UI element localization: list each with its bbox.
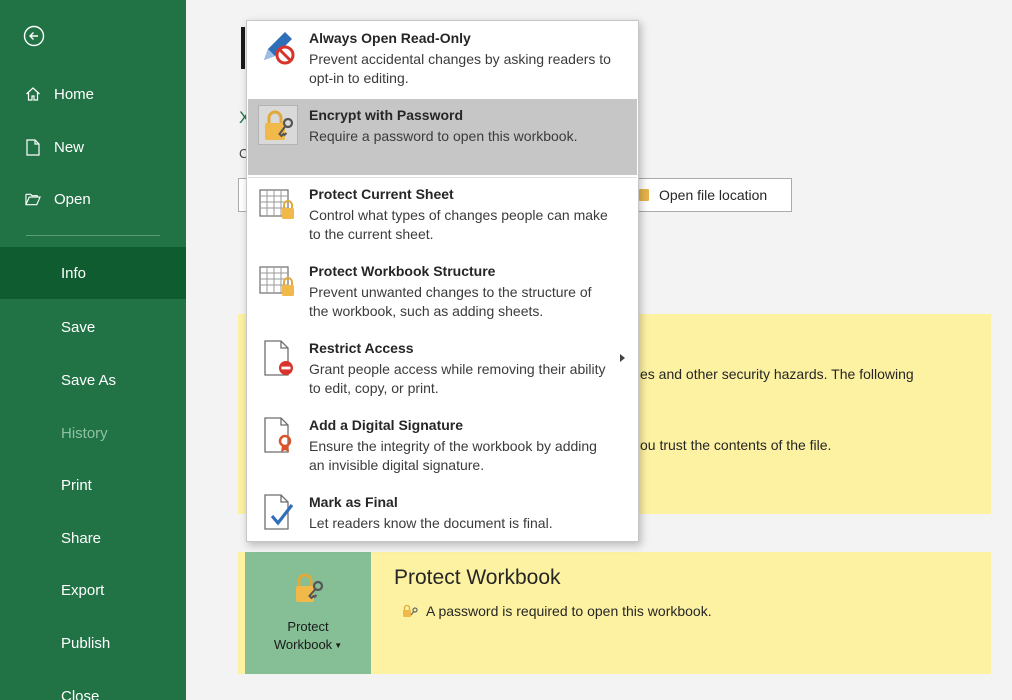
menu-item-title: Protect Current Sheet <box>309 186 454 202</box>
menu-item-add-digital-signature[interactable]: Add a Digital Signature Ensure the integ… <box>248 409 637 485</box>
dropdown-caret-icon: ▼ <box>334 640 343 650</box>
protect-workbook-button-label-line2: Workbook ▼ <box>274 636 342 655</box>
protect-workbook-button[interactable]: Protect Workbook ▼ <box>245 552 371 674</box>
menu-item-mark-as-final[interactable]: Mark as Final Let readers know the docum… <box>248 486 637 542</box>
back-arrow-circle-icon[interactable] <box>22 24 46 48</box>
lock-key-icon <box>258 105 298 145</box>
protect-workbook-menu: Always Open Read-Only Prevent accidental… <box>246 20 639 542</box>
nav-history-label: History <box>61 424 108 442</box>
nav-new-label: New <box>54 138 85 156</box>
nav-save-label: Save <box>61 318 96 336</box>
menu-item-title: Protect Workbook Structure <box>309 263 496 279</box>
nav-history: History <box>0 407 186 459</box>
menu-item-description: Grant people access while removing their… <box>309 361 606 396</box>
folder-icon <box>639 189 649 201</box>
nav-publish-label: Publish <box>61 634 111 652</box>
menu-item-protect-current-sheet[interactable]: Protect Current Sheet Control what types… <box>248 178 637 254</box>
nav-close[interactable]: Close <box>0 670 186 700</box>
open-folder-icon <box>25 190 41 208</box>
nav-publish[interactable]: Publish <box>0 617 186 669</box>
nav-new[interactable]: New <box>0 121 186 173</box>
menu-item-title: Restrict Access <box>309 340 414 356</box>
workbook-structure-lock-icon <box>258 261 298 301</box>
protect-workbook-description: A password is required to open this work… <box>426 603 712 619</box>
nav-open[interactable]: Open <box>0 173 186 225</box>
small-lock-key-icon <box>402 604 420 618</box>
nav-share[interactable]: Share <box>0 512 186 564</box>
menu-item-title: Encrypt with Password <box>309 107 464 123</box>
nav-home[interactable]: Home <box>0 68 186 120</box>
open-file-location-button[interactable]: Open file location <box>626 178 792 212</box>
pencil-prohibited-icon <box>258 28 298 68</box>
nav-print[interactable]: Print <box>0 459 186 511</box>
menu-item-description: Ensure the integrity of the workbook by … <box>309 438 597 473</box>
document-checkmark-icon <box>258 492 298 532</box>
protect-workbook-button-label-line2-text: Workbook <box>273 637 333 652</box>
menu-item-restrict-access[interactable]: Restrict Access Grant people access whil… <box>248 332 637 408</box>
nav-home-label: Home <box>54 85 95 103</box>
menu-item-encrypt-with-password[interactable]: Encrypt with Password Require a password… <box>248 99 637 175</box>
nav-export[interactable]: Export <box>0 564 186 616</box>
document-restricted-icon <box>258 338 298 378</box>
backstage-sidebar: Home New Open Info Save Save As History … <box>0 0 186 700</box>
menu-item-description: Let readers know the document is final. <box>309 515 553 531</box>
page-title-fragment <box>241 27 245 69</box>
submenu-arrow-icon <box>620 354 625 362</box>
nav-save[interactable]: Save <box>0 301 186 353</box>
menu-item-description: Require a password to open this workbook… <box>309 128 578 144</box>
nav-print-label: Print <box>61 476 92 494</box>
nav-save-as[interactable]: Save As <box>0 354 186 406</box>
nav-info[interactable]: Info <box>0 247 186 299</box>
menu-item-description: Control what types of changes people can… <box>309 207 608 242</box>
new-document-icon <box>25 138 41 156</box>
menu-item-description: Prevent accidental changes by asking rea… <box>309 51 611 86</box>
menu-item-description: Prevent unwanted changes to the structur… <box>309 284 592 319</box>
security-warning-text: es and other security hazards. The follo… <box>640 366 914 382</box>
nav-open-label: Open <box>54 190 91 208</box>
security-warning-text-2: ou trust the contents of the file. <box>640 437 832 453</box>
menu-item-title: Mark as Final <box>309 494 398 510</box>
menu-item-always-open-read-only[interactable]: Always Open Read-Only Prevent accidental… <box>248 22 637 98</box>
nav-export-label: Export <box>61 581 105 599</box>
nav-info-label: Info <box>61 264 87 282</box>
open-file-location-label: Open file location <box>659 187 768 203</box>
document-ribbon-icon <box>258 415 298 455</box>
lock-key-icon <box>291 572 325 606</box>
menu-item-title: Add a Digital Signature <box>309 417 464 433</box>
protect-workbook-button-label-line1: Protect <box>287 619 329 634</box>
nav-close-label: Close <box>61 687 100 700</box>
home-icon <box>25 85 41 103</box>
nav-save-as-label: Save As <box>61 371 117 389</box>
menu-item-protect-workbook-structure[interactable]: Protect Workbook Structure Prevent unwan… <box>248 255 637 331</box>
nav-share-label: Share <box>61 529 102 547</box>
sheet-lock-icon <box>258 184 298 224</box>
protect-workbook-button-label: Protect Workbook ▼ <box>274 618 342 655</box>
protect-workbook-title: Protect Workbook <box>394 566 561 589</box>
sidebar-divider <box>26 235 160 236</box>
menu-item-title: Always Open Read-Only <box>309 30 471 46</box>
